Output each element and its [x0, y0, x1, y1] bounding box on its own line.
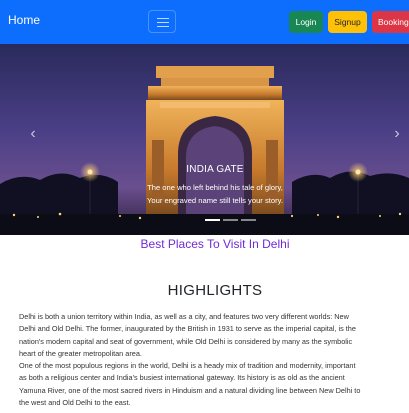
- navbar-toggler-button[interactable]: [148, 10, 176, 33]
- paragraph-line: nation's modern capital and seat of gove…: [19, 336, 353, 346]
- paragraph-line: as both a religious center and India's b…: [19, 373, 345, 383]
- paragraph-line: the west and Old Delhi to the east.: [19, 398, 131, 408]
- carousel-prev-button[interactable]: ‹: [26, 124, 40, 144]
- carousel-indicators: [187, 219, 256, 222]
- carousel-next-button[interactable]: ›: [390, 124, 404, 144]
- carousel: ‹ › INDIA GATE The one who left behind h…: [0, 44, 409, 235]
- intro-paragraph: Delhi is both a union territory within I…: [19, 311, 409, 361]
- carousel-indicator-1[interactable]: [205, 219, 220, 221]
- carousel-indicator-3[interactable]: [241, 219, 256, 221]
- chevron-left-icon: ‹: [30, 125, 36, 142]
- history-paragraph: One of the most populous regions in the …: [19, 360, 409, 410]
- carousel-image-india-gate: [0, 44, 409, 235]
- navbar-brand-home[interactable]: Home: [8, 13, 40, 27]
- paragraph-line: Yamuna River, one of the most sacred riv…: [19, 385, 361, 395]
- carousel-caption-line: Your engraved name still tells your stor…: [147, 196, 283, 205]
- paragraph-line: One of the most populous regions in the …: [19, 361, 356, 370]
- carousel-indicator-2[interactable]: [223, 219, 238, 221]
- highlights-heading: HIGHLIGHTS: [167, 282, 263, 299]
- paragraph-line: Delhi and Old Delhi. The former, inaugur…: [19, 324, 356, 334]
- booking-button[interactable]: Booking: [372, 11, 409, 33]
- paragraph-line: heart of the greater metropolitan area.: [19, 349, 142, 359]
- carousel-caption-title: INDIA GATE: [186, 164, 244, 175]
- signup-button[interactable]: Signup: [328, 11, 367, 33]
- login-button[interactable]: Login: [289, 11, 323, 33]
- page-subtitle: Best Places To Visit In Delhi: [140, 237, 290, 251]
- paragraph-line: Delhi is both a union territory within I…: [19, 312, 349, 321]
- navbar: Home Login Signup Booking: [0, 0, 409, 44]
- carousel-caption-line: The one who left behind his tale of glor…: [147, 183, 283, 192]
- chevron-right-icon: ›: [394, 125, 400, 142]
